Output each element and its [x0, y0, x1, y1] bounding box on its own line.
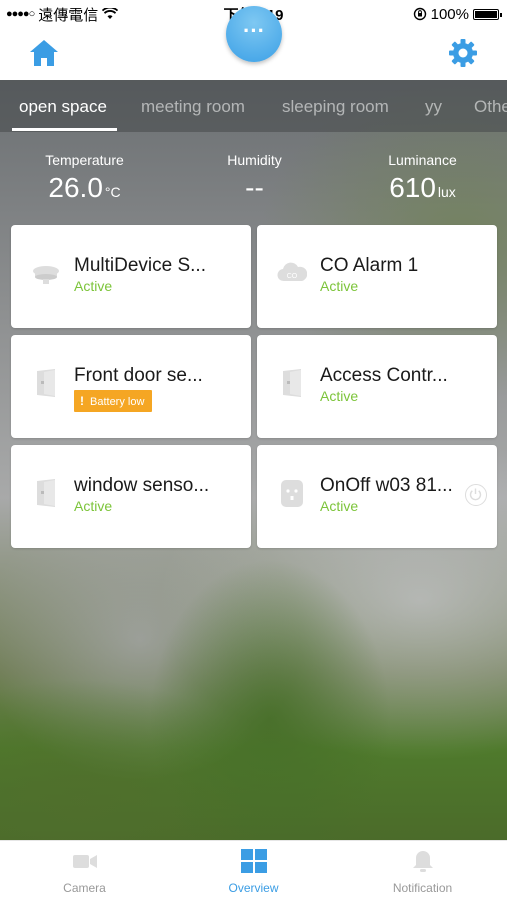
device-name: MultiDevice S... [74, 255, 206, 276]
door-sensor-icon [283, 369, 301, 397]
orientation-lock-icon [413, 7, 426, 21]
tab-meeting-room[interactable]: meeting room [141, 97, 245, 117]
device-name: OnOff w03 81... [320, 475, 453, 496]
temperature-label: Temperature [45, 152, 124, 168]
battery-percent: 100% [430, 5, 469, 23]
camera-icon [73, 855, 97, 868]
temperature-reading: Temperature 26.0 °C [22, 152, 147, 204]
power-icon [469, 488, 482, 501]
device-name: CO Alarm 1 [320, 255, 419, 276]
active-tab-indicator [12, 128, 117, 131]
device-status: Battery low [90, 396, 145, 408]
humidity-label: Humidity [227, 152, 282, 168]
luminance-unit: lux [437, 184, 456, 200]
carrier-label: 遠傳電信 [38, 6, 99, 24]
nav-overview-label: Overview [228, 881, 279, 895]
sensor-readings: Temperature 26.0 °C Humidity -- Luminance… [0, 132, 507, 222]
temperature-value: 26.0 [48, 172, 103, 203]
device-status: Active [74, 278, 113, 294]
home-icon[interactable] [28, 38, 60, 68]
device-status: Active [320, 498, 359, 514]
device-card[interactable]: window senso... Active [11, 445, 251, 548]
luminance-label: Luminance [388, 152, 457, 168]
gear-icon[interactable] [447, 37, 479, 69]
device-name: Front door se... [74, 365, 203, 386]
more-button[interactable]: ··· [226, 6, 282, 62]
nav-overview[interactable]: Overview [169, 841, 338, 901]
device-status: Active [320, 388, 359, 404]
bottom-nav: Camera Overview Notification [0, 840, 507, 901]
nav-notification[interactable]: Notification [338, 841, 507, 901]
room-tabs: open space meeting room sleeping room yy… [0, 80, 507, 132]
humidity-reading: Humidity -- [192, 152, 317, 204]
device-card[interactable]: MultiDevice S... Active [11, 225, 251, 328]
device-name: Access Contr... [320, 365, 448, 386]
nav-camera-label: Camera [63, 881, 106, 895]
battery-low-badge: ! Battery low [74, 390, 153, 412]
nav-camera[interactable]: Camera [0, 841, 169, 901]
tab-other[interactable]: Othe [474, 97, 507, 117]
signal-icon: ●●●●○ [6, 8, 35, 20]
tab-sleeping-room[interactable]: sleeping room [282, 97, 389, 117]
humidity-value: -- [245, 172, 264, 203]
grid-icon [241, 849, 267, 873]
temperature-unit: °C [104, 184, 121, 200]
device-card[interactable]: OnOff w03 81... Active [257, 445, 497, 548]
battery-icon [473, 8, 502, 20]
device-name: window senso... [74, 475, 210, 496]
door-sensor-icon [37, 479, 55, 507]
luminance-reading: Luminance 610 lux [360, 152, 485, 204]
wifi-icon [102, 8, 119, 19]
device-card[interactable]: CO CO Alarm 1 Active [257, 225, 497, 328]
tab-open-space[interactable]: open space [19, 97, 107, 117]
temperature-value-row: 26.0 °C [22, 172, 147, 204]
co-alarm-icon: CO [277, 262, 307, 282]
device-card[interactable]: Access Contr... Active [257, 335, 497, 438]
smoke-detector-icon [33, 266, 59, 284]
device-status: Active [74, 498, 113, 514]
smart-plug-icon [281, 480, 303, 507]
power-toggle-button[interactable] [465, 484, 487, 506]
door-sensor-icon [37, 369, 55, 397]
luminance-value-row: 610 lux [360, 172, 485, 204]
bell-icon [413, 851, 433, 872]
nav-notification-label: Notification [392, 881, 453, 895]
device-status: Active [320, 278, 359, 294]
luminance-value: 610 [389, 172, 436, 203]
warning-icon: ! [80, 394, 84, 408]
svg-text:CO: CO [287, 273, 298, 280]
device-card[interactable]: Front door se... ! Battery low [11, 335, 251, 438]
tab-yy[interactable]: yy [425, 97, 442, 117]
